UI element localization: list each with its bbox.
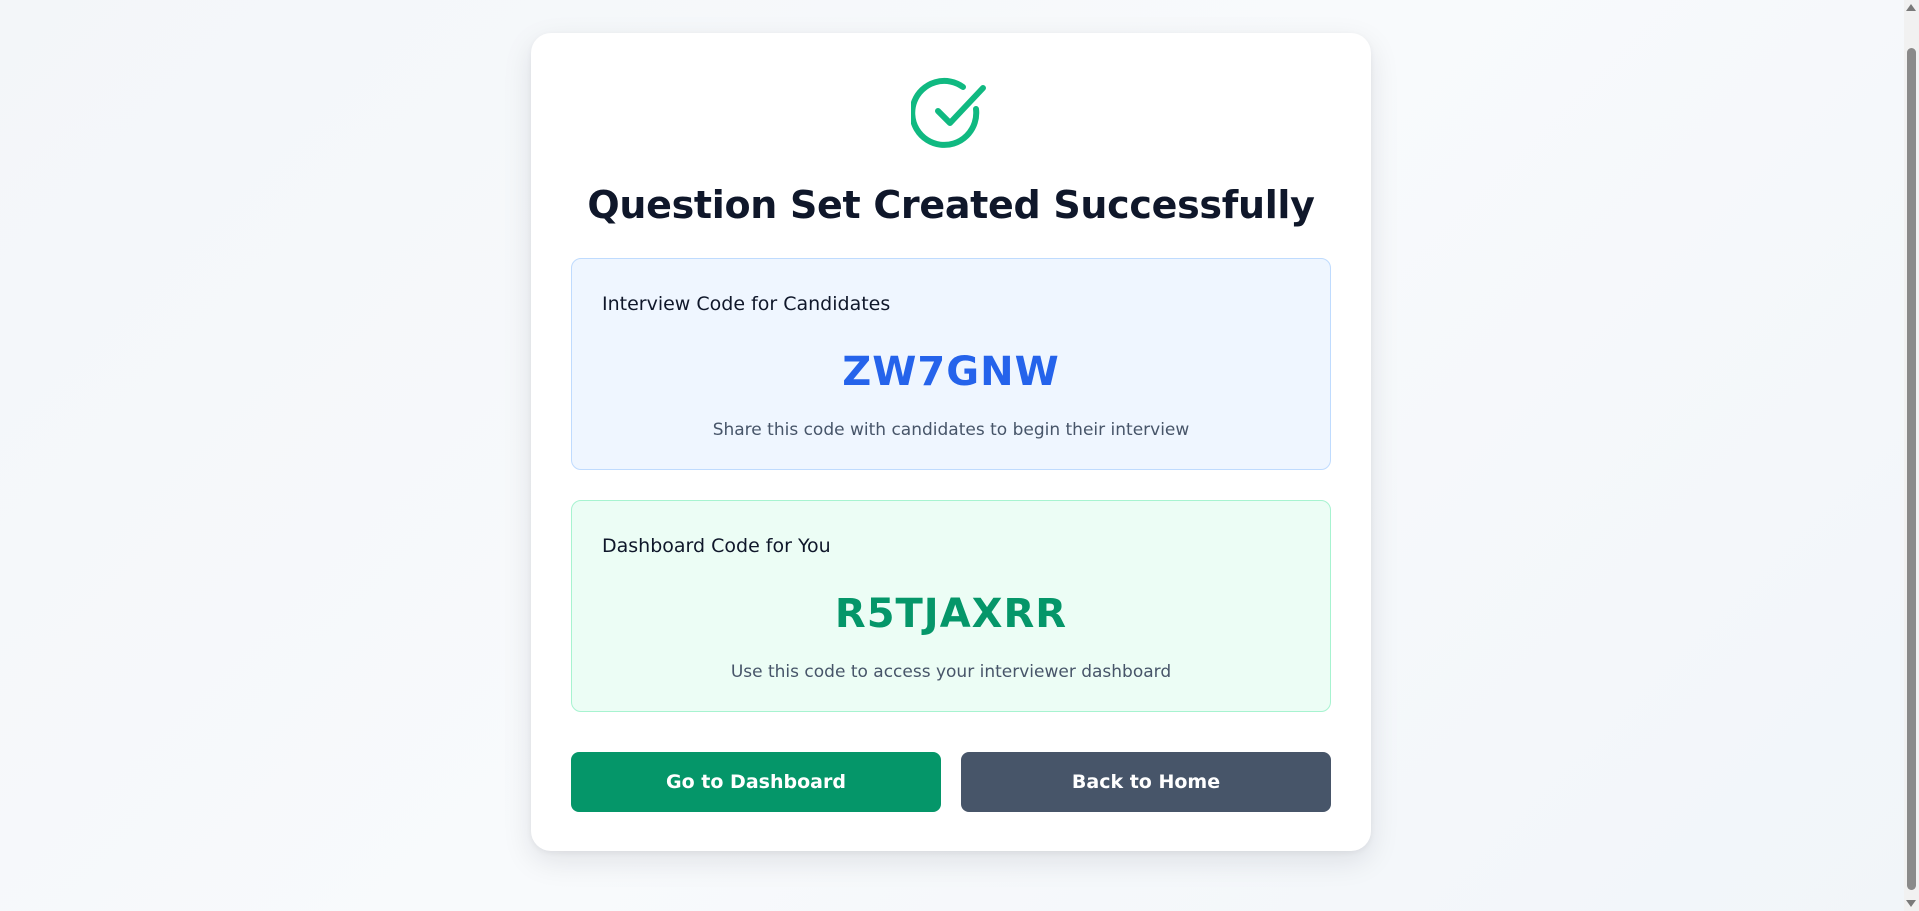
interview-code-label: Interview Code for Candidates: [602, 293, 891, 315]
vertical-scrollbar[interactable]: [1904, 0, 1919, 911]
success-card: Question Set Created Successfully Interv…: [531, 33, 1371, 851]
dashboard-code-hint: Use this code to access your interviewer…: [730, 662, 1172, 682]
interview-code-value: ZW7GNW: [842, 349, 1060, 395]
scroll-thumb[interactable]: [1907, 48, 1916, 890]
check-circle-icon: [911, 77, 986, 148]
back-to-home-button[interactable]: Back to Home: [961, 752, 1331, 812]
dashboard-code-label: Dashboard Code for You: [602, 535, 831, 557]
page-title: Question Set Created Successfully: [587, 183, 1315, 227]
scroll-down-icon[interactable]: [1906, 900, 1916, 907]
interview-code-hint: Share this code with candidates to begin…: [712, 420, 1190, 440]
interview-code-box: Interview Code for Candidates ZW7GNW Sha…: [571, 258, 1331, 470]
go-to-dashboard-button[interactable]: Go to Dashboard: [571, 752, 941, 812]
scroll-up-icon[interactable]: [1906, 4, 1916, 11]
dashboard-code-value: R5TJAXRR: [834, 591, 1068, 637]
dashboard-code-box: Dashboard Code for You R5TJAXRR Use this…: [571, 500, 1331, 712]
